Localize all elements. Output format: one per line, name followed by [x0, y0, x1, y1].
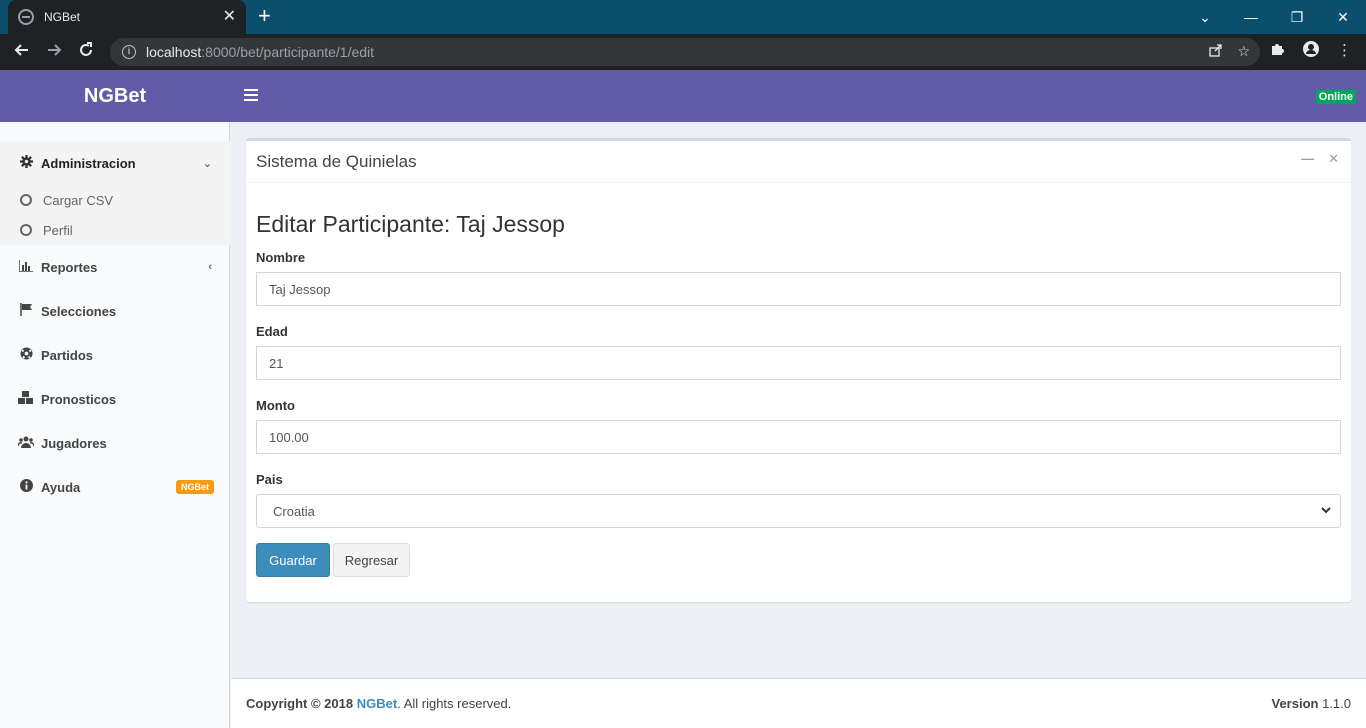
- app-logo[interactable]: NGBet: [0, 70, 230, 122]
- sidebar-item-administracion[interactable]: Administracion ⌄: [0, 141, 230, 185]
- sidebar-item-label: Pronosticos: [41, 391, 117, 407]
- omnibox-actions: ☆: [1209, 43, 1250, 60]
- forward-arrow-icon[interactable]: [43, 41, 65, 63]
- url-path: :8000/bet/participante/1/edit: [201, 44, 375, 60]
- tab-search-icon[interactable]: ⌄: [1182, 0, 1228, 34]
- ngbet-badge: NGBet: [175, 480, 214, 494]
- back-arrow-icon[interactable]: [11, 41, 33, 63]
- sidebar-item-label: Jugadores: [41, 435, 107, 451]
- extension-icons: ⋮: [1270, 41, 1352, 61]
- more-options-icon[interactable]: ⋮: [1337, 41, 1352, 61]
- chevron-left-icon: ‹: [208, 261, 212, 273]
- browser-tab[interactable]: NGBet ✕: [8, 0, 246, 34]
- window-controls: ⌄ — ❐ ✕: [1182, 0, 1366, 34]
- tab-title: NGBet: [44, 10, 81, 24]
- version-label: Version: [1271, 696, 1319, 711]
- page-title: Editar Participante: Taj Jessop: [256, 211, 565, 237]
- collapse-icon[interactable]: —: [1301, 151, 1314, 167]
- address-bar[interactable]: i localhost :8000/bet/participante/1/edi…: [110, 38, 1260, 66]
- chevron-down-icon: [1320, 504, 1332, 519]
- cubes-icon: [18, 391, 34, 407]
- new-tab-button[interactable]: +: [258, 5, 271, 27]
- flag-icon: [18, 303, 34, 319]
- monto-input[interactable]: [256, 420, 1341, 454]
- bookmark-star-icon[interactable]: ☆: [1237, 43, 1250, 60]
- restore-icon[interactable]: ❐: [1274, 0, 1320, 34]
- footer: Copyright © 2018 NGBet. All rights reser…: [231, 678, 1366, 728]
- box-header: Sistema de Quinielas — ✕: [246, 141, 1351, 183]
- sidebar-item-label: Partidos: [41, 347, 94, 363]
- nombre-label: Nombre: [256, 250, 306, 265]
- box-title: Sistema de Quinielas: [256, 151, 417, 171]
- sidebar: Administracion ⌄ Cargar CSV Perfil Repor…: [0, 122, 230, 728]
- box-tools: — ✕: [1301, 151, 1339, 167]
- copyright-suffix: . All rights reserved.: [397, 696, 512, 711]
- content-box: Sistema de Quinielas — ✕ Editar Particip…: [246, 138, 1351, 602]
- edad-label: Edad: [256, 324, 288, 339]
- copyright-prefix: Copyright © 2018: [246, 696, 354, 711]
- back-button[interactable]: Regresar: [333, 543, 410, 577]
- tab-close-icon[interactable]: ✕: [223, 9, 236, 25]
- sidebar-subitem-perfil[interactable]: Perfil: [20, 215, 73, 245]
- app-header: NGBet Online: [0, 70, 1366, 122]
- sidebar-item-selecciones[interactable]: Selecciones: [0, 289, 230, 333]
- submenu: Cargar CSV Perfil: [0, 185, 230, 245]
- bar-chart-icon: [18, 259, 34, 275]
- site-info-icon[interactable]: i: [122, 45, 136, 59]
- subitem-label: Perfil: [43, 222, 73, 238]
- soccer-ball-icon: [18, 347, 34, 363]
- sidebar-item-pronosticos[interactable]: Pronosticos: [0, 377, 230, 421]
- chevron-down-icon: ⌄: [202, 157, 212, 170]
- sidebar-toggle-icon[interactable]: [244, 89, 258, 101]
- save-button[interactable]: Guardar: [256, 543, 330, 577]
- pais-select[interactable]: Croatia: [256, 494, 1341, 528]
- reload-icon[interactable]: [75, 41, 97, 63]
- version-value: 1.1.0: [1322, 696, 1351, 711]
- close-icon[interactable]: ✕: [1328, 151, 1339, 167]
- close-window-icon[interactable]: ✕: [1320, 0, 1366, 34]
- extensions-puzzle-icon[interactable]: [1270, 41, 1285, 61]
- info-circle-icon: [18, 479, 34, 495]
- profile-avatar-icon[interactable]: [1303, 41, 1319, 61]
- footer-brand-link[interactable]: NGBet: [357, 696, 397, 711]
- pais-selected-value: Croatia: [273, 503, 315, 519]
- users-icon: [17, 436, 35, 451]
- sidebar-subitem-cargar-csv[interactable]: Cargar CSV: [20, 185, 113, 215]
- sidebar-item-reportes[interactable]: Reportes ‹: [0, 245, 230, 289]
- edad-input[interactable]: [256, 346, 1341, 380]
- sidebar-item-label: Selecciones: [41, 303, 117, 319]
- subitem-label: Cargar CSV: [43, 192, 114, 208]
- sidebar-item-partidos[interactable]: Partidos: [0, 333, 230, 377]
- sidebar-item-label: Administracion: [41, 155, 136, 171]
- sidebar-item-label: Ayuda: [41, 479, 81, 495]
- sidebar-item-label: Reportes: [41, 259, 98, 275]
- browser-tab-bar: NGBet ✕ + ⌄ — ❐ ✕: [0, 0, 1366, 34]
- monto-label: Monto: [256, 398, 295, 413]
- circle-icon: [20, 194, 32, 206]
- share-icon[interactable]: [1209, 43, 1223, 60]
- gear-icon: [18, 155, 34, 171]
- minimize-icon[interactable]: —: [1228, 0, 1274, 34]
- nombre-input[interactable]: [256, 272, 1341, 306]
- url-host: localhost: [146, 44, 202, 60]
- version-info: Version 1.1.0: [1271, 696, 1351, 711]
- status-badge: Online: [1315, 90, 1356, 104]
- pais-label: Pais: [256, 472, 283, 487]
- browser-toolbar: i localhost :8000/bet/participante/1/edi…: [0, 34, 1366, 70]
- globe-icon: [18, 9, 34, 25]
- sidebar-item-jugadores[interactable]: Jugadores: [0, 421, 230, 465]
- circle-icon: [20, 224, 32, 236]
- sidebar-item-ayuda[interactable]: Ayuda NGBet: [0, 465, 230, 509]
